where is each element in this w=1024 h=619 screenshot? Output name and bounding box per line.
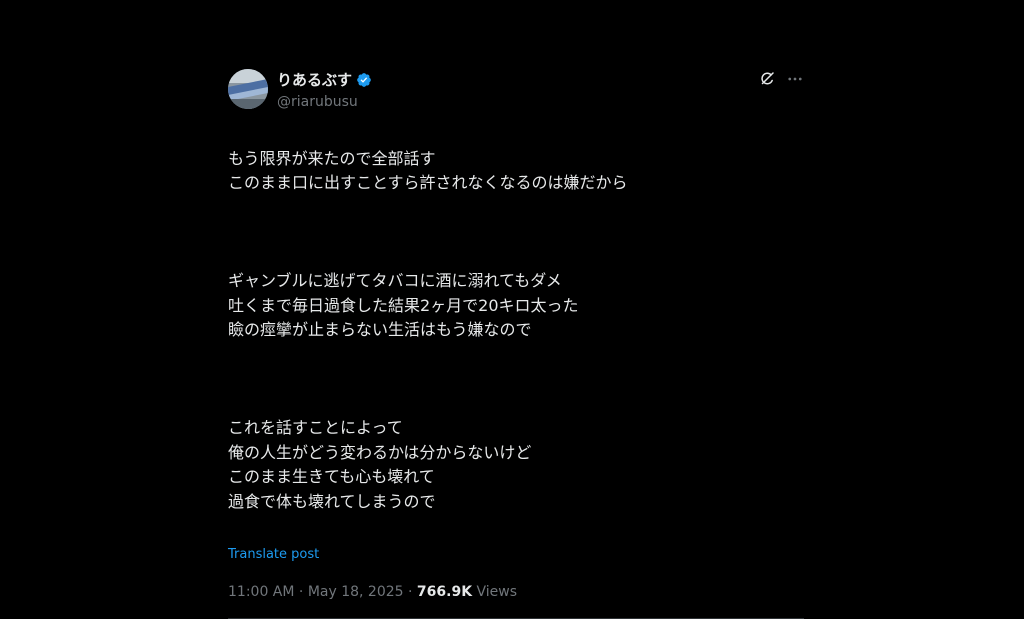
meta-separator: · [294,583,308,600]
post-paragraph: もう限界が来たので全部話す このまま口に出すことすら許されなくなるのは嫌だから [228,148,628,193]
post-header: りあるぶす @riarubusu [228,66,804,112]
grok-icon[interactable] [758,70,776,88]
top-actions [748,70,804,88]
post-time[interactable]: 11:00 AM [228,584,294,600]
translate-post-link[interactable]: Translate post [228,546,804,564]
divider [228,617,804,619]
name-row: りあるぶす [277,70,372,90]
more-icon[interactable] [786,70,804,88]
post-paragraph: これを話すことによって 俺の人生がどう変わるかは分からないけど このまま生きても… [228,418,532,511]
post: りあるぶす @riarubusu もう限界が来たので全部話す このまま口に出すこ… [228,66,804,619]
post-date[interactable]: May 18, 2025 [308,584,404,600]
views-label: Views [472,583,518,600]
verified-badge-icon[interactable] [356,72,372,88]
display-name[interactable]: りあるぶす [277,70,352,90]
post-meta: 11:00 AM · May 18, 2025 · 766.9K Views [228,582,804,602]
post-text: もう限界が来たので全部話す このまま口に出すことすら許されなくなるのは嫌だから … [228,122,804,539]
views-count[interactable]: 766.9K [417,584,472,600]
post-paragraph: ギャンブルに逃げてタバコに酒に溺れてもダメ 吐くまで毎日過食した結果2ヶ月で20… [228,271,579,339]
avatar-image [228,69,268,109]
user-info: りあるぶす @riarubusu [277,70,372,112]
handle[interactable]: @riarubusu [277,92,372,112]
avatar[interactable] [228,69,268,109]
meta-separator: · [403,583,417,600]
